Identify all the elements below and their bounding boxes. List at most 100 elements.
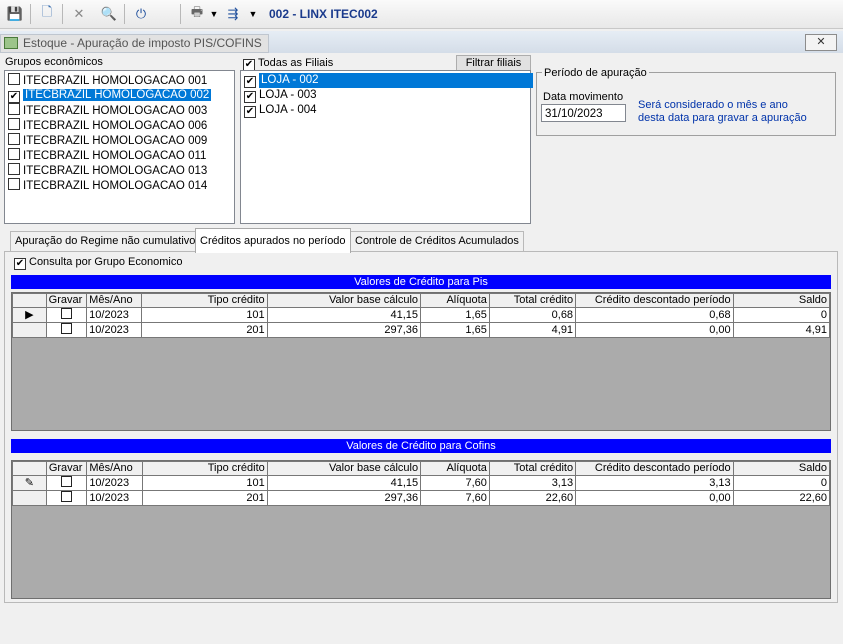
- gravar-checkbox[interactable]: [60, 323, 72, 334]
- power-icon[interactable]: ⏻: [132, 5, 150, 23]
- column-header[interactable]: Saldo: [732, 293, 831, 308]
- search-icon[interactable]: 🔍: [100, 5, 118, 23]
- group-item[interactable]: ITECBRAZIL HOMOLOGACAO 003: [6, 103, 207, 118]
- cell-saldo[interactable]: 22,60: [732, 490, 831, 506]
- dropdown-icon[interactable]: ▼: [244, 5, 262, 23]
- column-header[interactable]: Alíquota: [420, 461, 490, 476]
- group-item[interactable]: ITECBRAZIL HOMOLOGACAO 009: [6, 133, 207, 148]
- row-indicator[interactable]: ▶: [12, 307, 47, 323]
- table-row[interactable]: 10/2023 201 297,36 1,65 4,91 0,00 4,91: [12, 322, 831, 338]
- group-item-checkbox[interactable]: [8, 73, 20, 85]
- cell-saldo[interactable]: 0: [732, 475, 831, 491]
- gravar-checkbox[interactable]: [61, 491, 73, 502]
- column-header[interactable]: Valor base cálculo: [266, 293, 422, 308]
- gravar-checkbox[interactable]: [60, 308, 72, 319]
- cancel-icon[interactable]: ✕: [70, 5, 88, 23]
- column-header[interactable]: Total crédito: [488, 461, 577, 476]
- cell-desc[interactable]: 0,00: [575, 490, 734, 506]
- group-item-checkbox[interactable]: [8, 148, 20, 160]
- group-item[interactable]: ITECBRAZIL HOMOLOGACAO 006: [6, 118, 207, 133]
- gravar-checkbox[interactable]: [61, 476, 73, 487]
- groups-list[interactable]: ITECBRAZIL HOMOLOGACAO 001 ✔ ITECBRAZIL HO…: [4, 70, 235, 224]
- column-header[interactable]: Gravar: [45, 293, 88, 308]
- table-row[interactable]: ▶ 10/2023 101 41,15 1,65 0,68 0,68 0: [12, 307, 831, 323]
- cell-saldo[interactable]: 0: [732, 307, 831, 323]
- group-item[interactable]: ITECBRAZIL HOMOLOGACAO 011: [6, 148, 206, 163]
- print-icon[interactable]: 🖶: [188, 4, 206, 23]
- cell-tipo[interactable]: 101: [141, 475, 268, 491]
- row-indicator[interactable]: [12, 322, 47, 338]
- cell-mes[interactable]: 10/2023: [86, 322, 143, 338]
- cell-tipo[interactable]: 101: [141, 307, 268, 323]
- group-item[interactable]: ITECBRAZIL HOMOLOGACAO 001: [6, 73, 207, 88]
- group-item[interactable]: ✔ ITECBRAZIL HOMOLOGACAO 002: [6, 88, 212, 103]
- row-indicator[interactable]: ✎: [12, 475, 47, 491]
- cell-aliquota[interactable]: 7,60: [420, 475, 490, 491]
- group-item-checkbox[interactable]: [8, 103, 20, 115]
- cell-mes[interactable]: 10/2023: [86, 490, 143, 506]
- gravar-cell[interactable]: [45, 490, 88, 506]
- column-header[interactable]: Valor base cálculo: [266, 461, 422, 476]
- tab-regime-nao-cumulativo[interactable]: Apuração do Regime não cumulativo: [10, 231, 201, 251]
- cell-desc[interactable]: 0,68: [575, 307, 734, 323]
- new-doc-icon[interactable]: 🗋: [38, 4, 56, 23]
- tab-creditos-apurados[interactable]: Créditos apurados no período: [195, 228, 351, 253]
- cell-aliquota[interactable]: 1,65: [420, 307, 490, 323]
- save-icon[interactable]: 💾: [6, 5, 24, 23]
- column-header[interactable]: Crédito descontado período: [575, 461, 734, 476]
- column-header[interactable]: Tipo crédito: [141, 293, 268, 308]
- group-item[interactable]: ITECBRAZIL HOMOLOGACAO 014: [6, 178, 207, 193]
- group-item-checkbox[interactable]: [8, 178, 20, 190]
- column-header[interactable]: Tipo crédito: [141, 461, 268, 476]
- group-item-checkbox[interactable]: ✔: [8, 91, 20, 103]
- column-header[interactable]: Mês/Ano: [86, 293, 143, 308]
- group-item-checkbox[interactable]: [8, 118, 20, 130]
- row-indicator[interactable]: [12, 490, 47, 506]
- column-header[interactable]: Saldo: [732, 461, 831, 476]
- table-row[interactable]: ✎ 10/2023 101 41,15 7,60 3,13 3,13 0: [12, 475, 831, 491]
- cell-total[interactable]: 22,60: [488, 490, 577, 506]
- cell-total[interactable]: 0,68: [488, 307, 577, 323]
- all-filiais-checkbox-wrap[interactable]: ✔ Todas as Filiais: [241, 57, 333, 71]
- group-item[interactable]: ITECBRAZIL HOMOLOGACAO 013: [6, 163, 207, 178]
- cell-tipo[interactable]: 201: [141, 490, 268, 506]
- cell-aliquota[interactable]: 1,65: [420, 322, 490, 338]
- filial-item[interactable]: ✔ LOJA - 004: [242, 103, 317, 118]
- cell-mes[interactable]: 10/2023: [86, 475, 143, 491]
- gravar-cell[interactable]: [45, 307, 88, 323]
- cofins-grid[interactable]: Gravar Mês/Ano Tipo crédito Valor base cálc…: [11, 460, 831, 599]
- cell-base[interactable]: 41,15: [266, 475, 422, 491]
- cell-base[interactable]: 297,36: [266, 490, 422, 506]
- cell-mes[interactable]: 10/2023: [86, 307, 143, 323]
- consulta-checkbox-wrap[interactable]: ✔ Consulta por Grupo Economico: [12, 256, 182, 270]
- filial-item-checkbox[interactable]: ✔: [244, 106, 256, 118]
- tab-controle-creditos[interactable]: Controle de Créditos Acumulados: [350, 231, 524, 251]
- date-input[interactable]: 31/10/2023: [541, 104, 626, 122]
- column-header[interactable]: Total crédito: [488, 293, 577, 308]
- filial-item[interactable]: ✔ LOJA - 002: [242, 73, 533, 88]
- close-button[interactable]: ✕: [805, 34, 837, 51]
- column-header[interactable]: Mês/Ano: [86, 461, 143, 476]
- group-item-checkbox[interactable]: [8, 163, 20, 175]
- cell-base[interactable]: 41,15: [266, 307, 422, 323]
- gravar-cell[interactable]: [45, 322, 88, 338]
- filiais-list[interactable]: ✔ LOJA - 002 ✔ LOJA - 003 ✔ LOJA - 004: [240, 70, 533, 224]
- column-header[interactable]: Crédito descontado período: [575, 293, 734, 308]
- cell-desc[interactable]: 0,00: [575, 322, 734, 338]
- pis-grid[interactable]: Gravar Mês/Ano Tipo crédito Valor base cálc…: [11, 292, 831, 431]
- cell-total[interactable]: 3,13: [488, 475, 577, 491]
- cell-tipo[interactable]: 201: [141, 322, 268, 338]
- cell-desc[interactable]: 3,13: [575, 475, 734, 491]
- export-icon[interactable]: ⇶: [224, 5, 242, 23]
- cell-total[interactable]: 4,91: [488, 322, 577, 338]
- column-header[interactable]: Alíquota: [420, 293, 490, 308]
- consulta-checkbox[interactable]: ✔: [14, 258, 26, 270]
- cell-aliquota[interactable]: 7,60: [420, 490, 490, 506]
- filial-item[interactable]: ✔ LOJA - 003: [242, 88, 317, 103]
- column-header[interactable]: Gravar: [45, 461, 88, 476]
- filial-item-checkbox[interactable]: ✔: [244, 76, 256, 88]
- cell-saldo[interactable]: 4,91: [732, 322, 831, 338]
- group-item-checkbox[interactable]: [8, 133, 20, 145]
- cell-base[interactable]: 297,36: [266, 322, 422, 338]
- table-row[interactable]: 10/2023 201 297,36 7,60 22,60 0,00 22,60: [12, 490, 831, 506]
